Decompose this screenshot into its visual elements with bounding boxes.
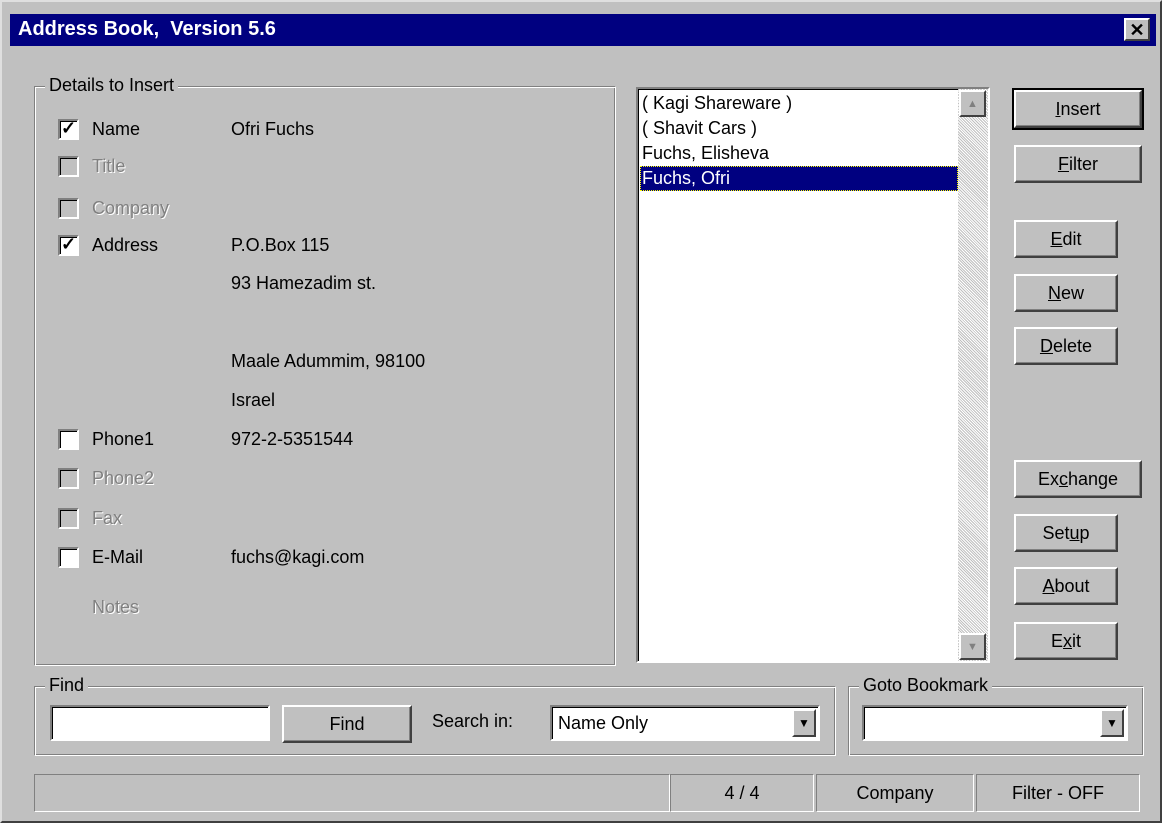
address-book-window: Address Book, Version 5.6 ✕ Details to I… [0,0,1162,823]
new-button[interactable]: New [1014,274,1118,312]
email-label: E-Mail [92,547,144,567]
address-checkbox[interactable]: ✓ [58,235,79,256]
delete-button[interactable]: Delete [1014,327,1118,365]
filter-button[interactable]: Filter [1014,145,1142,183]
list-item-selected[interactable]: Fuchs, Ofri [640,166,958,191]
fax-label: Fax [92,508,123,528]
find-button[interactable]: Find [282,705,412,743]
details-group-legend: Details to Insert [45,75,179,96]
phone1-label: Phone1 [92,429,155,449]
scroll-down-icon[interactable]: ▼ [959,633,986,660]
name-value: Ofri Fuchs [231,119,315,139]
address-line-3: Maale Adummim, 98100 [231,351,426,371]
edit-button[interactable]: Edit [1014,220,1118,258]
status-position: 4 / 4 [670,774,814,812]
insert-button[interactable]: Insert [1012,88,1144,130]
goto-bookmark-select[interactable]: ▼ [862,705,1128,741]
search-in-label: Search in: [432,711,514,731]
address-line-1: P.O.Box 115 [231,235,330,255]
company-label: Company [92,198,170,218]
name-label: Name [92,119,141,139]
list-item[interactable]: ( Kagi Shareware ) [640,91,958,116]
list-item[interactable]: ( Shavit Cars ) [640,116,958,141]
status-sort-field: Company [816,774,974,812]
setup-button[interactable]: Set u p [1014,514,1118,552]
notes-label: Notes [92,597,140,617]
status-filter: Filter - OFF [976,774,1140,812]
exchange-button[interactable]: Ex c hange [1014,460,1142,498]
find-group-legend: Find [45,675,89,696]
window-title: Address Book, Version 5.6 [18,18,276,40]
phone2-label: Phone2 [92,468,155,488]
phone1-value: 972-2-5351544 [231,429,354,449]
exit-button[interactable]: Ex it [1014,622,1118,660]
title-bar[interactable]: Address Book, Version 5.6 ✕ [10,14,1156,46]
list-item[interactable]: Fuchs, Elisheva [640,141,958,166]
chevron-down-icon[interactable]: ▼ [792,709,816,737]
title-label: Title [92,156,126,176]
search-in-select[interactable]: Name Only ▼ [550,705,820,741]
about-button[interactable]: About [1014,567,1118,605]
email-value: fuchs@kagi.com [231,547,365,567]
company-checkbox [58,198,79,219]
name-checkbox[interactable]: ✓ [58,119,79,140]
address-label: Address [92,235,159,255]
chevron-down-icon[interactable]: ▼ [1100,709,1124,737]
status-message [34,774,670,812]
list-scrollbar[interactable]: ▲ ▼ [958,89,988,661]
contact-list-items: ( Kagi Shareware ) ( Shavit Cars ) Fuchs… [640,91,958,191]
fax-checkbox [58,508,79,529]
email-checkbox[interactable] [58,547,79,568]
contact-list[interactable]: ( Kagi Shareware ) ( Shavit Cars ) Fuchs… [636,87,990,663]
close-icon[interactable]: ✕ [1124,18,1150,41]
find-input[interactable] [50,705,270,741]
address-line-4: Israel [231,390,276,410]
phone1-checkbox[interactable] [58,429,79,450]
goto-bookmark-legend: Goto Bookmark [859,675,993,696]
scroll-up-icon[interactable]: ▲ [959,90,986,117]
phone2-checkbox [58,468,79,489]
search-in-value: Name Only [558,713,649,733]
address-line-2: 93 Hamezadim st. [231,273,377,293]
title-checkbox [58,156,79,177]
